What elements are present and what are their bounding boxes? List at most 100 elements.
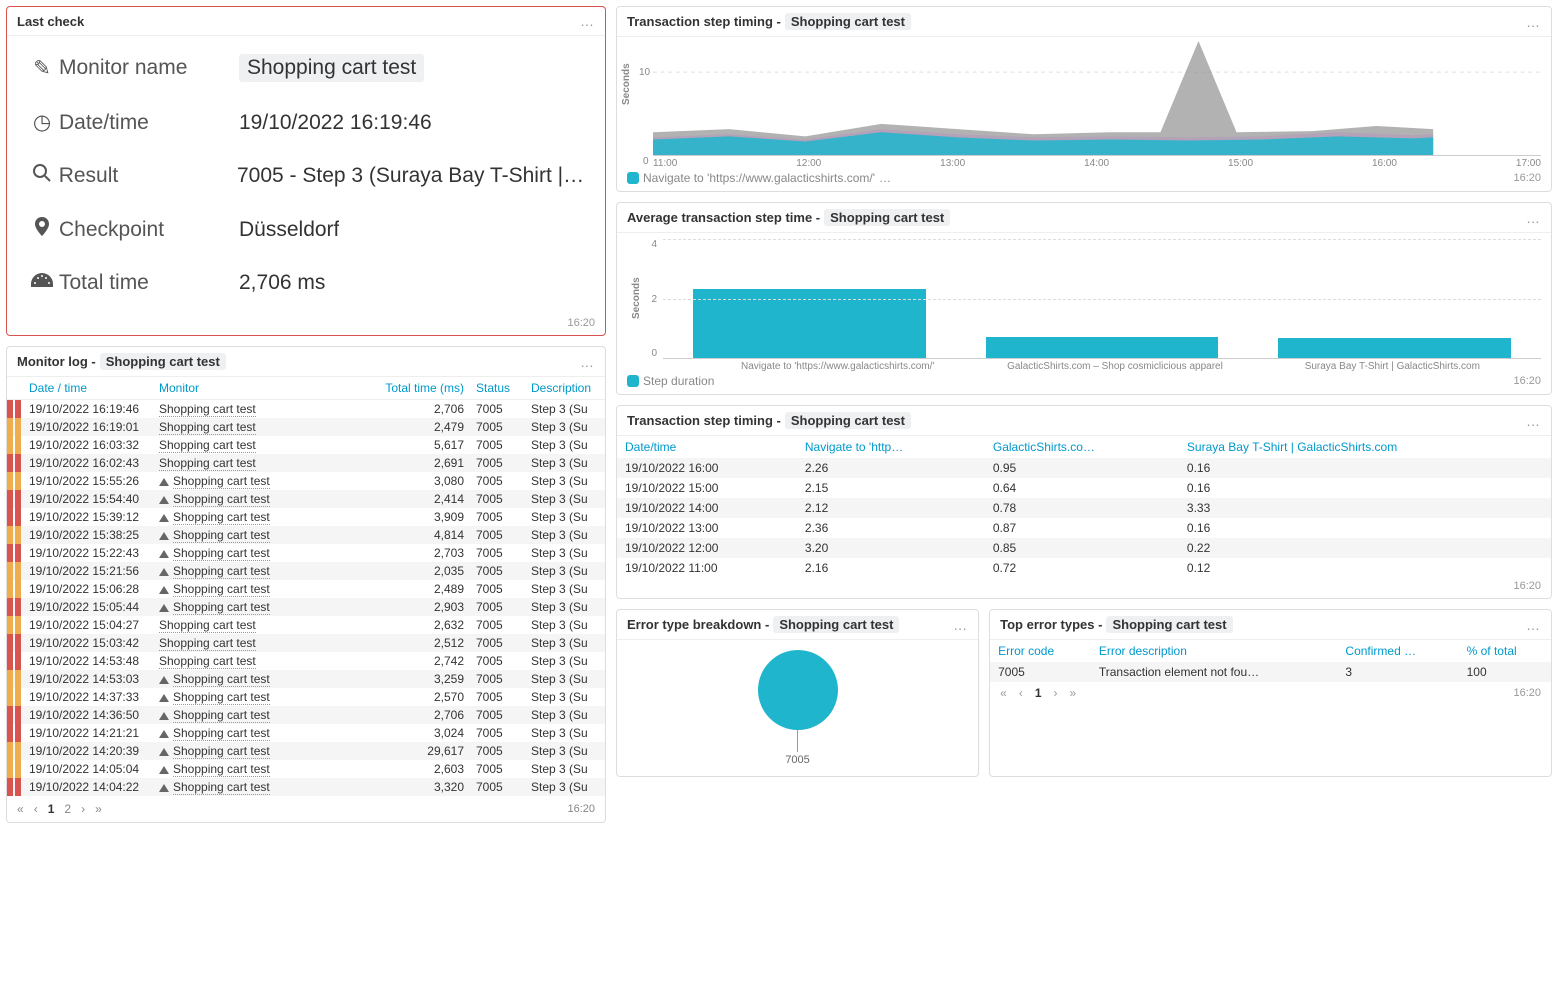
table-row[interactable]: 19/10/2022 15:002.150.640.16	[617, 478, 1551, 498]
bar-chart[interactable]	[663, 239, 1541, 359]
col-header[interactable]: Error code	[990, 640, 1091, 662]
cell-monitor[interactable]: Shopping cart test	[153, 562, 375, 580]
col-datetime[interactable]: Date / time	[23, 377, 153, 400]
bar[interactable]	[693, 289, 926, 358]
table-row[interactable]: 19/10/2022 15:05:44Shopping cart test2,9…	[7, 598, 605, 616]
pager-prev-icon[interactable]: ‹	[1019, 686, 1023, 700]
more-icon[interactable]: …	[1526, 617, 1541, 633]
table-row[interactable]: 19/10/2022 16:02:43Shopping cart test2,6…	[7, 454, 605, 472]
area-chart[interactable]	[653, 41, 1541, 156]
cell-status: 7005	[470, 670, 525, 688]
cell-monitor[interactable]: Shopping cart test	[153, 688, 375, 706]
pager-last-icon[interactable]: »	[95, 802, 102, 816]
cell-monitor[interactable]: Shopping cart test	[153, 472, 375, 490]
pager-page[interactable]: 2	[64, 802, 71, 816]
cell: 19/10/2022 11:00	[617, 558, 797, 578]
cell: 0.85	[985, 538, 1179, 558]
panel-title: Transaction step timing -	[627, 413, 781, 428]
legend-label: Step duration	[643, 374, 714, 388]
more-icon[interactable]: …	[1526, 413, 1541, 429]
more-icon[interactable]: …	[580, 13, 595, 29]
table-row[interactable]: 19/10/2022 15:55:26Shopping cart test3,0…	[7, 472, 605, 490]
cell-monitor[interactable]: Shopping cart test	[153, 760, 375, 778]
cell-monitor[interactable]: Shopping cart test	[153, 724, 375, 742]
cell-monitor[interactable]: Shopping cart test	[153, 778, 375, 796]
more-icon[interactable]: …	[580, 354, 595, 370]
bar[interactable]	[986, 337, 1219, 358]
cell-monitor[interactable]: Shopping cart test	[153, 652, 375, 670]
more-icon[interactable]: …	[1526, 14, 1541, 30]
table-row[interactable]: 19/10/2022 14:002.120.783.33	[617, 498, 1551, 518]
more-icon[interactable]: …	[1526, 210, 1541, 226]
cell-monitor[interactable]: Shopping cart test	[153, 490, 375, 508]
col-header[interactable]: Error description	[1091, 640, 1338, 662]
cell-monitor[interactable]: Shopping cart test	[153, 580, 375, 598]
col-header[interactable]: GalacticShirts.co…	[985, 436, 1179, 458]
cell-datetime: 19/10/2022 14:53:03	[23, 670, 153, 688]
pie-chart[interactable]	[758, 650, 838, 730]
cell-monitor[interactable]: Shopping cart test	[153, 418, 375, 436]
cell-monitor[interactable]: Shopping cart test	[153, 598, 375, 616]
table-row[interactable]: 19/10/2022 15:39:12Shopping cart test3,9…	[7, 508, 605, 526]
table-row[interactable]: 19/10/2022 15:38:25Shopping cart test4,8…	[7, 526, 605, 544]
x-tick: 12:00	[796, 158, 821, 169]
pager-first-icon[interactable]: «	[1000, 686, 1007, 700]
table-row[interactable]: 7005Transaction element not fou…3100	[990, 662, 1551, 682]
table-row[interactable]: 19/10/2022 15:22:43Shopping cart test2,7…	[7, 544, 605, 562]
cell-monitor[interactable]: Shopping cart test	[153, 706, 375, 724]
col-status[interactable]: Status	[470, 377, 525, 400]
cell-monitor[interactable]: Shopping cart test	[153, 634, 375, 652]
more-icon[interactable]: …	[953, 617, 968, 633]
pager-first-icon[interactable]: «	[17, 802, 24, 816]
table-row[interactable]: 19/10/2022 14:53:03Shopping cart test3,2…	[7, 670, 605, 688]
pager-next-icon[interactable]: ›	[81, 802, 85, 816]
cell-desc: Step 3 (Su	[525, 490, 605, 508]
cell-monitor[interactable]: Shopping cart test	[153, 454, 375, 472]
lc-totaltime-label: Total time	[59, 271, 239, 295]
table-row[interactable]: 19/10/2022 14:05:04Shopping cart test2,6…	[7, 760, 605, 778]
col-header[interactable]: Suraya Bay T-Shirt | GalacticShirts.com	[1179, 436, 1551, 458]
cell-monitor[interactable]: Shopping cart test	[153, 508, 375, 526]
table-row[interactable]: 19/10/2022 14:20:39Shopping cart test29,…	[7, 742, 605, 760]
table-row[interactable]: 19/10/2022 15:21:56Shopping cart test2,0…	[7, 562, 605, 580]
table-row[interactable]: 19/10/2022 14:36:50Shopping cart test2,7…	[7, 706, 605, 724]
pager-prev-icon[interactable]: ‹	[34, 802, 38, 816]
table-row[interactable]: 19/10/2022 11:002.160.720.12	[617, 558, 1551, 578]
runner-icon	[159, 694, 169, 702]
cell: 0.64	[985, 478, 1179, 498]
pager-page[interactable]: 1	[48, 802, 55, 816]
pager-next-icon[interactable]: ›	[1054, 686, 1058, 700]
col-monitor[interactable]: Monitor	[153, 377, 375, 400]
cell-monitor[interactable]: Shopping cart test	[153, 526, 375, 544]
cell-monitor[interactable]: Shopping cart test	[153, 544, 375, 562]
table-row[interactable]: 19/10/2022 13:002.360.870.16	[617, 518, 1551, 538]
cell-monitor[interactable]: Shopping cart test	[153, 436, 375, 454]
table-row[interactable]: 19/10/2022 16:19:01Shopping cart test2,4…	[7, 418, 605, 436]
col-total[interactable]: Total time (ms)	[375, 377, 470, 400]
table-row[interactable]: 19/10/2022 14:53:48Shopping cart test2,7…	[7, 652, 605, 670]
bar[interactable]	[1278, 338, 1511, 358]
table-row[interactable]: 19/10/2022 14:21:21Shopping cart test3,0…	[7, 724, 605, 742]
col-header[interactable]: % of total	[1459, 640, 1551, 662]
cell-monitor[interactable]: Shopping cart test	[153, 742, 375, 760]
pager-page[interactable]: 1	[1035, 686, 1042, 700]
cell-monitor[interactable]: Shopping cart test	[153, 400, 375, 419]
pager-last-icon[interactable]: »	[1070, 686, 1077, 700]
table-row[interactable]: 19/10/2022 14:37:33Shopping cart test2,5…	[7, 688, 605, 706]
cell-monitor[interactable]: Shopping cart test	[153, 670, 375, 688]
col-header[interactable]: Navigate to 'http…	[797, 436, 985, 458]
table-row[interactable]: 19/10/2022 15:03:42Shopping cart test2,5…	[7, 634, 605, 652]
table-row[interactable]: 19/10/2022 15:04:27Shopping cart test2,6…	[7, 616, 605, 634]
col-desc[interactable]: Description	[525, 377, 605, 400]
table-row[interactable]: 19/10/2022 16:19:46Shopping cart test2,7…	[7, 400, 605, 419]
table-row[interactable]: 19/10/2022 15:06:28Shopping cart test2,4…	[7, 580, 605, 598]
table-row[interactable]: 19/10/2022 12:003.200.850.22	[617, 538, 1551, 558]
table-row[interactable]: 19/10/2022 14:04:22Shopping cart test3,3…	[7, 778, 605, 796]
table-row[interactable]: 19/10/2022 16:03:32Shopping cart test5,6…	[7, 436, 605, 454]
cell-monitor[interactable]: Shopping cart test	[153, 616, 375, 634]
table-row[interactable]: 19/10/2022 15:54:40Shopping cart test2,4…	[7, 490, 605, 508]
legend-more[interactable]: …	[879, 171, 891, 185]
table-row[interactable]: 19/10/2022 16:002.260.950.16	[617, 458, 1551, 478]
col-header[interactable]: Confirmed …	[1337, 640, 1458, 662]
col-header[interactable]: Date/time	[617, 436, 797, 458]
